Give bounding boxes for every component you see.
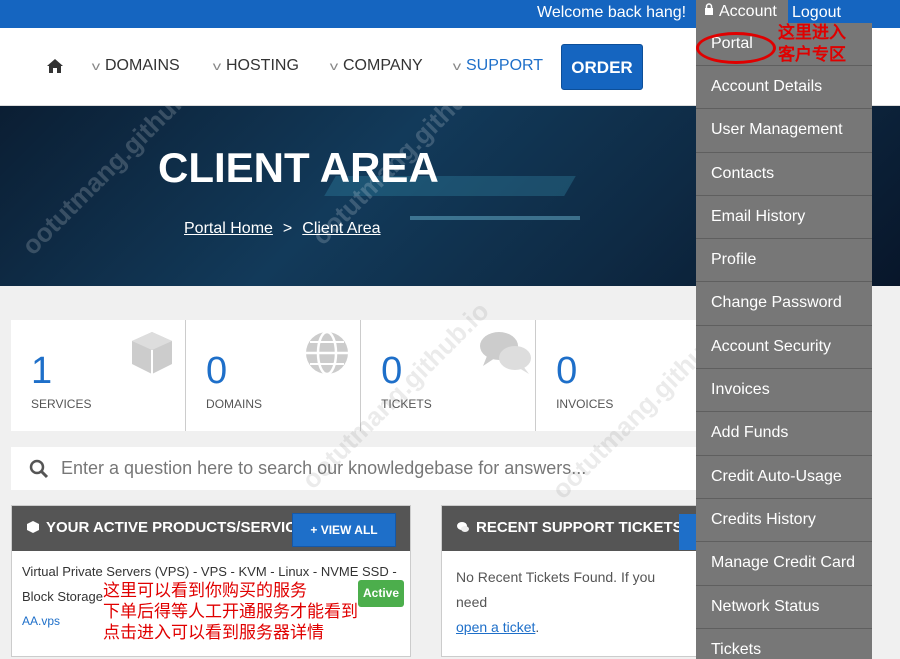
menu-item-email-history[interactable]: Email History <box>696 196 872 240</box>
menu-item-invoices[interactable]: Invoices <box>696 369 872 413</box>
hero-decoration <box>410 216 580 220</box>
account-label: Account <box>719 3 777 20</box>
nav-domains[interactable]: v DOMAINS <box>91 57 180 75</box>
chevron-down-icon: v <box>91 59 101 73</box>
nav-company[interactable]: v COMPANY <box>329 57 423 75</box>
tickets-panel-header: RECENT SUPPORT TICKETS <box>442 506 700 551</box>
search-icon <box>29 459 49 479</box>
page-title: CLIENT AREA <box>158 144 439 191</box>
nav-company-label: COMPANY <box>343 57 423 74</box>
account-dropdown: Portal Account Details User Management C… <box>696 23 872 659</box>
stat-label: INVOICES <box>556 397 614 411</box>
stat-value: 0 <box>556 350 578 392</box>
stat-label: DOMAINS <box>206 397 263 411</box>
annotation-line: 点击进入可以看到服务器详情 <box>103 623 324 642</box>
home-icon[interactable] <box>46 58 64 74</box>
menu-item-credit-auto-usage[interactable]: Credit Auto-Usage <box>696 456 872 499</box>
chevron-down-icon: v <box>212 59 222 73</box>
stat-label: TICKETS <box>381 397 432 411</box>
stat-value: 0 <box>206 350 228 392</box>
menu-item-profile[interactable]: Profile <box>696 239 872 283</box>
comments-icon <box>477 328 532 378</box>
order-button[interactable]: ORDER <box>561 44 643 90</box>
annotation-products: 这里可以看到你购买的服务 下单后得等人工开通服务才能看到 点击进入可以看到服务器… <box>103 580 358 643</box>
chevron-down-icon: v <box>452 59 462 73</box>
menu-item-contacts[interactable]: Contacts <box>696 153 872 196</box>
annotation-line: 下单后得等人工开通服务才能看到 <box>103 602 358 621</box>
cube-icon <box>26 520 40 534</box>
stat-value: 1 <box>31 350 53 392</box>
annotation-portal: 这里进入 客户专区 <box>778 22 846 66</box>
breadcrumb-home-link[interactable]: Portal Home <box>184 220 273 237</box>
stat-label: SERVICES <box>31 397 92 411</box>
view-all-button[interactable]: + VIEW ALL <box>292 513 396 547</box>
welcome-text: Welcome back hang! <box>537 4 687 21</box>
breadcrumb-current-link[interactable]: Client Area <box>302 220 380 237</box>
menu-item-user-management[interactable]: User Management <box>696 109 872 153</box>
breadcrumb-separator: > <box>282 220 293 237</box>
nav-hosting[interactable]: v HOSTING <box>212 57 299 75</box>
search-input[interactable] <box>61 453 701 483</box>
menu-item-add-funds[interactable]: Add Funds <box>696 412 872 456</box>
globe-icon <box>302 328 352 378</box>
tickets-empty-state: No Recent Tickets Found. If you need ope… <box>442 551 700 654</box>
comments-icon <box>456 520 470 534</box>
stat-domains[interactable]: 0 DOMAINS <box>186 320 362 431</box>
tickets-panel: RECENT SUPPORT TICKETS No Recent Tickets… <box>441 505 701 657</box>
logout-link[interactable]: Logout <box>792 4 841 22</box>
knowledgebase-search <box>11 447 711 490</box>
stat-services[interactable]: 1 SERVICES <box>11 320 187 431</box>
stats-bar: 1 SERVICES 0 DOMAINS 0 TICKETS 0 INVOICE… <box>11 320 711 431</box>
products-panel-title: YOUR ACTIVE PRODUCTS/SERVICES <box>46 519 317 536</box>
nav-support-label: SUPPORT <box>466 57 544 74</box>
menu-item-account-security[interactable]: Account Security <box>696 326 872 370</box>
stat-value: 0 <box>381 350 403 392</box>
status-badge: Active <box>358 580 405 607</box>
tickets-empty-end: . <box>535 619 540 635</box>
tickets-panel-title: RECENT SUPPORT TICKETS <box>476 519 683 536</box>
lock-icon <box>704 3 714 18</box>
menu-item-manage-credit-card[interactable]: Manage Credit Card <box>696 542 872 586</box>
open-ticket-link[interactable]: open a ticket <box>456 619 535 635</box>
nav-support[interactable]: v SUPPORT <box>452 57 544 75</box>
nav-domains-label: DOMAINS <box>105 57 180 74</box>
chevron-down-icon: v <box>329 59 339 73</box>
annotation-line: 这里进入 <box>778 23 846 42</box>
stat-tickets[interactable]: 0 TICKETS <box>361 320 537 431</box>
nav-hosting-label: HOSTING <box>226 57 299 74</box>
stat-invoices[interactable]: 0 INVOICES <box>536 320 711 431</box>
annotation-line: 这里可以看到你购买的服务 <box>103 581 307 600</box>
breadcrumb: Portal Home > Client Area <box>184 220 381 238</box>
menu-item-credits-history[interactable]: Credits History <box>696 499 872 543</box>
menu-item-change-password[interactable]: Change Password <box>696 282 872 326</box>
menu-item-account-details[interactable]: Account Details <box>696 66 872 110</box>
annotation-circle <box>696 32 776 64</box>
menu-item-network-status[interactable]: Network Status <box>696 586 872 629</box>
menu-item-tickets[interactable]: Tickets <box>696 629 872 659</box>
annotation-line: 客户专区 <box>778 45 846 64</box>
tickets-empty-text: No Recent Tickets Found. If you need <box>456 569 656 610</box>
products-panel-header: YOUR ACTIVE PRODUCTS/SERVICES + VIEW ALL <box>12 506 410 551</box>
cube-icon <box>127 328 177 378</box>
